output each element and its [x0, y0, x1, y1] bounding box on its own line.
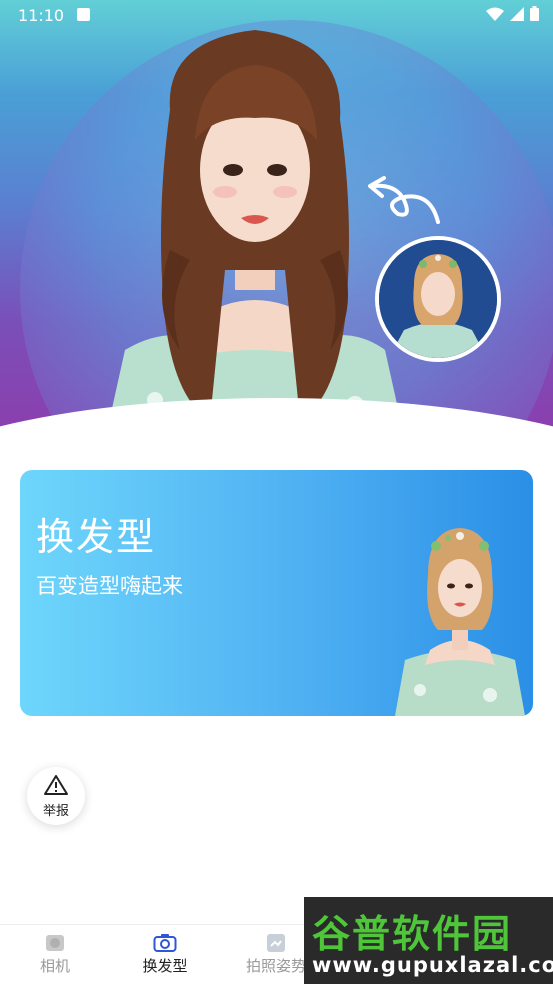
report-label: 举报 [42, 804, 69, 819]
photo-camera-icon [153, 934, 177, 952]
notification-icon [77, 8, 90, 21]
swap-arrow-icon [368, 176, 440, 224]
nav-label-hairstyle: 换发型 [142, 957, 188, 975]
original-photo-thumbnail [375, 236, 501, 362]
warning-icon [44, 775, 68, 795]
battery-icon [530, 6, 539, 21]
status-bar: 11:10 [0, 0, 553, 32]
card-model-photo [395, 528, 525, 716]
watermark: 谷普软件园 www.gupuxlazal.com [304, 897, 553, 984]
nav-item-hairstyle[interactable]: 换发型 [125, 933, 205, 976]
signal-icon [510, 6, 524, 21]
report-button[interactable]: 举报 [27, 767, 85, 825]
hero-banner: 11:10 [0, 0, 553, 430]
watermark-brand: 谷普软件园 [312, 912, 513, 956]
change-hairstyle-card[interactable]: 换发型 百变造型嗨起来 [20, 470, 533, 716]
card-title: 换发型 [36, 515, 157, 559]
watermark-url: www.gupuxlazal.com [312, 953, 553, 977]
card-subtitle: 百变造型嗨起来 [36, 574, 183, 598]
picture-icon [267, 934, 285, 952]
nav-label-camera: 相机 [39, 957, 70, 975]
status-time: 11:10 [18, 6, 65, 25]
nav-item-camera[interactable]: 相机 [15, 933, 95, 976]
camera-icon [46, 935, 64, 951]
wifi-icon [486, 7, 504, 21]
